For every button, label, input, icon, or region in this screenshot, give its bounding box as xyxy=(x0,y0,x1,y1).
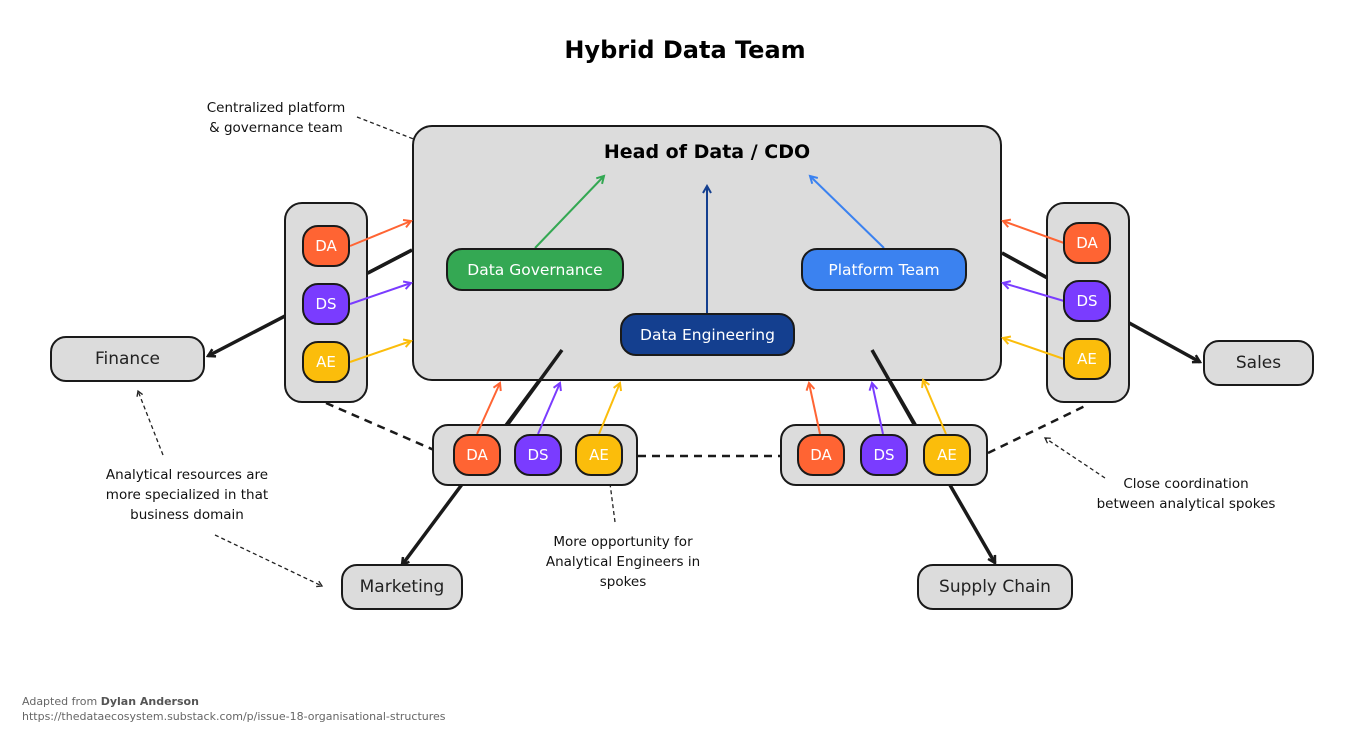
annotation-centralized: Centralized platform & governance team xyxy=(190,98,362,138)
role-ds-bottom-left[interactable]: DS xyxy=(514,434,562,476)
annotation-line: Close coordination xyxy=(1123,476,1249,492)
domain-sales[interactable]: Sales xyxy=(1203,340,1314,386)
role-da-bottom-right[interactable]: DA xyxy=(797,434,845,476)
hub-title: Head of Data / CDO xyxy=(603,141,811,163)
annotation-pointer-finance xyxy=(136,389,164,456)
role-ds-bottom-right[interactable]: DS xyxy=(860,434,908,476)
annotation-line: more specialized in that xyxy=(105,487,269,503)
role-ds-left[interactable]: DS xyxy=(302,283,350,325)
coordination-line-left xyxy=(325,401,435,452)
footer-credit: Adapted from Dylan Anderson https://thed… xyxy=(22,694,446,724)
domain-finance[interactable]: Finance xyxy=(50,336,205,382)
diagram-title: Hybrid Data Team xyxy=(564,36,806,64)
role-da-right[interactable]: DA xyxy=(1063,222,1111,264)
coordination-line-right xyxy=(987,404,1086,455)
role-ae-bottom-left[interactable]: AE xyxy=(575,434,623,476)
footer-url[interactable]: https://thedataecosystem.substack.com/p/… xyxy=(22,709,446,724)
role-ae-bottom-right[interactable]: AE xyxy=(923,434,971,476)
footer-author: Dylan Anderson xyxy=(100,695,199,708)
annotation-line: & governance team xyxy=(209,120,343,136)
annotation-line: Analytical Engineers in xyxy=(545,554,701,570)
annotation-specialized: Analytical resources are more specialize… xyxy=(82,465,292,525)
role-ae-right[interactable]: AE xyxy=(1063,338,1111,380)
annotation-line: between analytical spokes xyxy=(1096,496,1276,512)
annotation-coordination: Close coordination between analytical sp… xyxy=(1076,474,1296,514)
domain-marketing[interactable]: Marketing xyxy=(341,564,463,610)
role-ds-right[interactable]: DS xyxy=(1063,280,1111,322)
role-da-bottom-left[interactable]: DA xyxy=(453,434,501,476)
annotation-pointer-marketing xyxy=(214,534,324,588)
role-ae-left[interactable]: AE xyxy=(302,341,350,383)
annotation-line: business domain xyxy=(130,507,244,523)
role-da-left[interactable]: DA xyxy=(302,225,350,267)
annotation-line: More opportunity for xyxy=(553,534,693,550)
annotation-opportunity: More opportunity for Analytical Engineer… xyxy=(522,532,724,592)
annotation-pointer-coordination xyxy=(1043,437,1106,479)
team-platform[interactable]: Platform Team xyxy=(801,248,967,291)
team-data-engineering[interactable]: Data Engineering xyxy=(620,313,795,356)
annotation-line: Centralized platform xyxy=(206,100,346,116)
annotation-line: spokes xyxy=(599,574,647,590)
domain-supply-chain[interactable]: Supply Chain xyxy=(917,564,1073,610)
team-data-governance[interactable]: Data Governance xyxy=(446,248,624,291)
footer-prefix: Adapted from xyxy=(22,695,101,708)
annotation-line: Analytical resources are xyxy=(105,467,269,483)
